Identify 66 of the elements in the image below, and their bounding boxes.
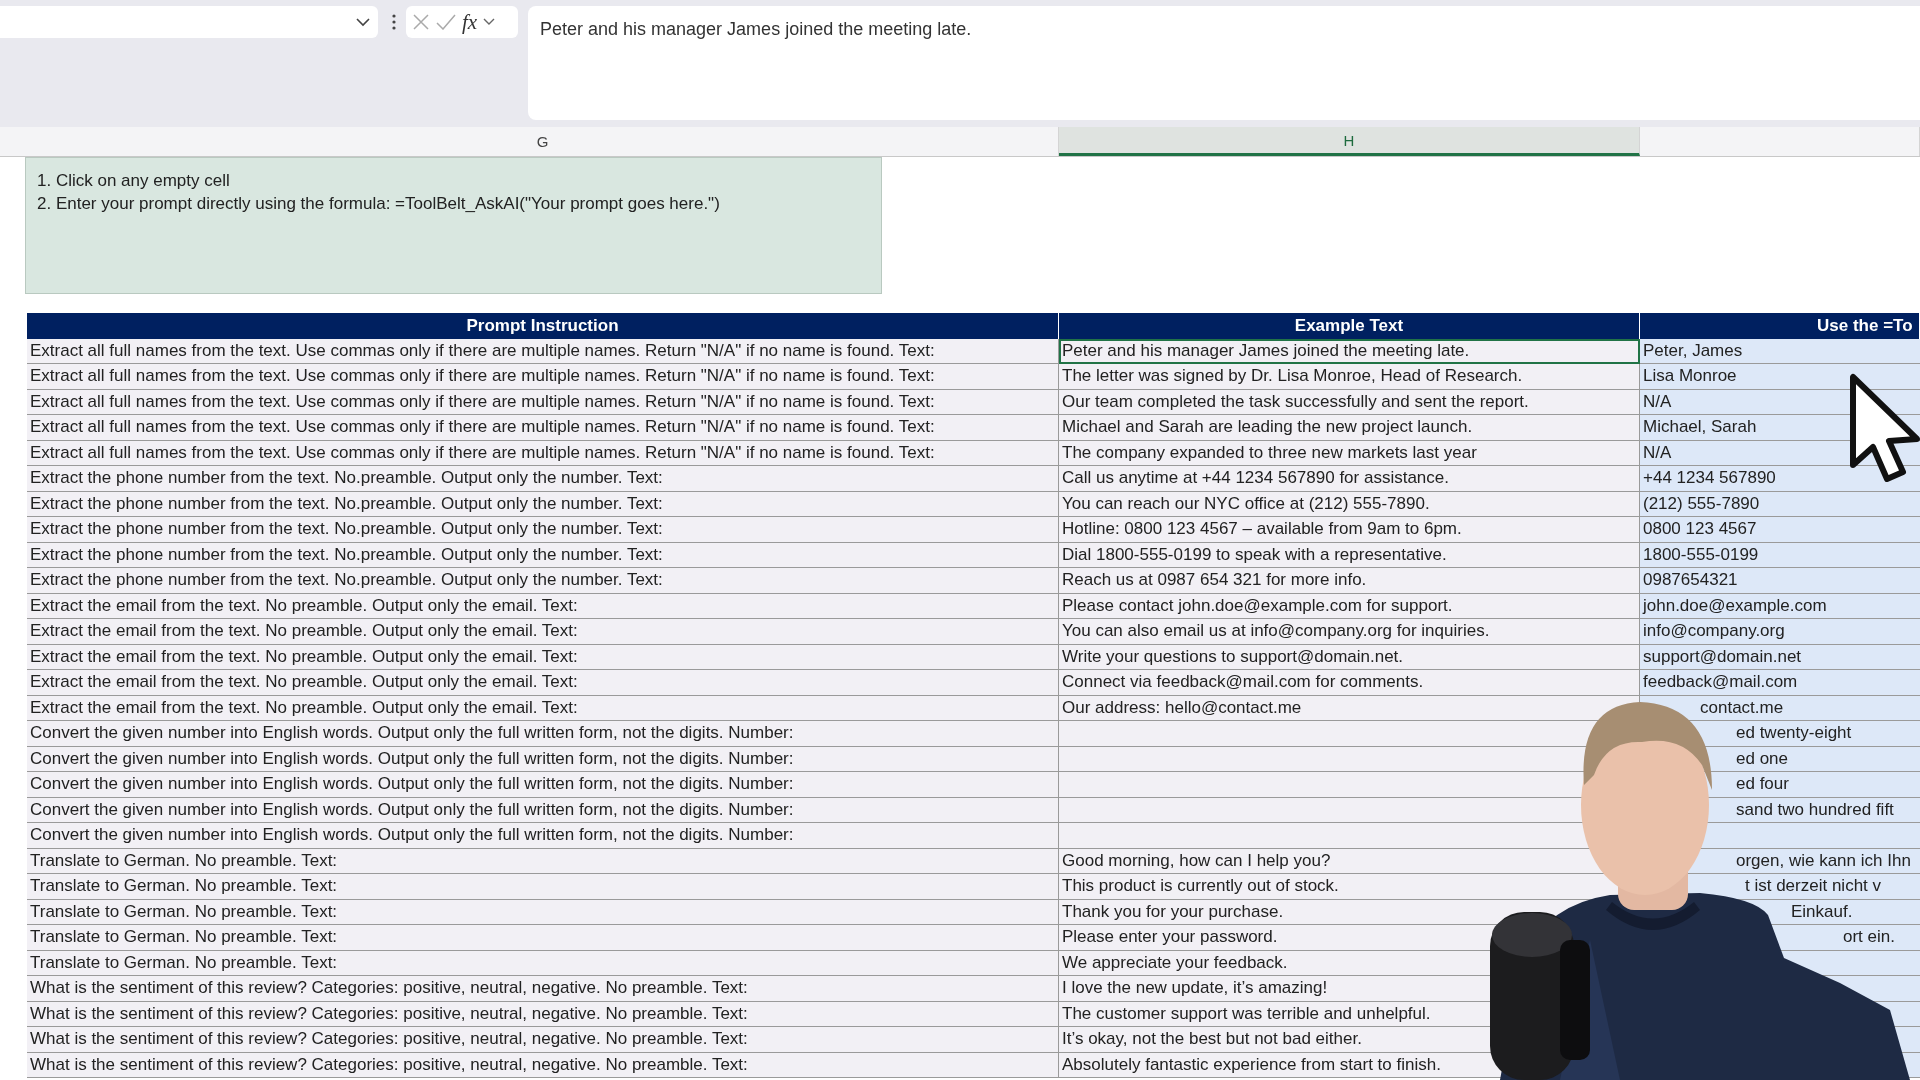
table-cell: Translate to German. No preamble. Text:	[27, 848, 1059, 874]
table-cell: Dial 1800-555-0199 to speak with a representative.	[1059, 542, 1640, 568]
table-cell: Extract the email from the text. No preamble. Output only the email. Text:	[27, 619, 1059, 645]
table-cell: john.doe@example.com	[1640, 593, 1920, 619]
table-cell: Extract all full names from the text. Use commas only if there are multiple names. Return "N/A" if no name is found. Text:	[27, 440, 1059, 466]
table-header: Prompt Instruction	[27, 313, 1059, 339]
table-cell: (212) 555-7890	[1640, 491, 1920, 517]
table-cell: Connect via feedback@mail.com for comments.	[1059, 670, 1640, 696]
table-header: Use the =To	[1640, 313, 1920, 339]
chevron-down-icon[interactable]	[483, 18, 496, 26]
table-header: Example Text	[1059, 313, 1640, 339]
table-cell: 0800 123 4567	[1640, 517, 1920, 543]
table-cell: Our team completed the task successfully and sent the report.	[1059, 389, 1640, 415]
column-header[interactable]: H	[1059, 127, 1640, 156]
table-cell: 1800-555-0199	[1640, 542, 1920, 568]
table-cell: Extract the phone number from the text. No.preamble. Output only the number. Text:	[27, 517, 1059, 543]
table-cell: What is the sentiment of this review? Categories: positive, neutral, negative. No preamble. Text:	[27, 1001, 1059, 1027]
table-cell: The company expanded to three new markets last year	[1059, 440, 1640, 466]
table-cell: Extract the phone number from the text. No.preamble. Output only the number. Text:	[27, 466, 1059, 492]
table-cell: Convert the given number into English words. Output only the full written form, not the digits. Number:	[27, 746, 1059, 772]
more-options-icon[interactable]	[392, 14, 396, 30]
table-cell: The letter was signed by Dr. Lisa Monroe, Head of Research.	[1059, 364, 1640, 390]
table-cell: Michael and Sarah are leading the new project launch.	[1059, 415, 1640, 441]
formula-input[interactable]: Peter and his manager James joined the meeting late.	[528, 6, 1920, 120]
table-cell: Lisa Monroe	[1640, 364, 1920, 390]
table-cell: Extract the email from the text. No preamble. Output only the email. Text:	[27, 670, 1059, 696]
table-cell: Translate to German. No preamble. Text:	[27, 925, 1059, 951]
checkmark-icon[interactable]	[436, 14, 456, 30]
table-cell: Call us anytime at +44 1234 567890 for assistance.	[1059, 466, 1640, 492]
table-cell: You can also email us at info@company.org for inquiries.	[1059, 619, 1640, 645]
table-cell: You can reach our NYC office at (212) 555-7890.	[1059, 491, 1640, 517]
table-cell: Extract the phone number from the text. No.preamble. Output only the number. Text:	[27, 568, 1059, 594]
table-cell: What is the sentiment of this review? Categories: positive, neutral, negative. No preamble. Text:	[27, 976, 1059, 1002]
table-cell: Extract all full names from the text. Use commas only if there are multiple names. Return "N/A" if no name is found. Text:	[27, 389, 1059, 415]
table-cell: What is the sentiment of this review? Categories: positive, neutral, negative. No preamble. Text:	[27, 1052, 1059, 1078]
table-cell: Reach us at 0987 654 321 for more info.	[1059, 568, 1640, 594]
table-cell: Extract the phone number from the text. No.preamble. Output only the number. Text:	[27, 542, 1059, 568]
table-cell: support@domain.net	[1640, 644, 1920, 670]
instruction-text: 1. Click on any empty cell	[37, 170, 231, 192]
table-cell: Extract the email from the text. No preamble. Output only the email. Text:	[27, 593, 1059, 619]
table-cell: What is the sentiment of this review? Categories: positive, neutral, negative. No preamble. Text:	[27, 1027, 1059, 1053]
table-cell: Convert the given number into English words. Output only the full written form, not the digits. Number:	[27, 772, 1059, 798]
table-cell: Write your questions to support@domain.net.	[1059, 644, 1640, 670]
table-cell: Extract all full names from the text. Use commas only if there are multiple names. Return "N/A" if no name is found. Text:	[27, 364, 1059, 390]
table-cell: Peter, James	[1640, 338, 1920, 364]
table-cell: Convert the given number into English words. Output only the full written form, not the digits. Number:	[27, 797, 1059, 823]
table-cell: info@company.org	[1640, 619, 1920, 645]
table-cell: Peter and his manager James joined the meeting late.	[1059, 338, 1640, 364]
table-cell: Extract the email from the text. No preamble. Output only the email. Text:	[27, 644, 1059, 670]
table-cell: Convert the given number into English words. Output only the full written form, not the digits. Number:	[27, 823, 1059, 849]
chevron-down-icon[interactable]	[356, 17, 370, 27]
instruction-text: 2. Enter your prompt directly using the formula: =ToolBelt_AskAI("Your prompt goes here.")	[37, 193, 721, 215]
table-cell: Extract all full names from the text. Use commas only if there are multiple names. Return "N/A" if no name is found. Text:	[27, 338, 1059, 364]
table-cell: Extract the phone number from the text. No.preamble. Output only the number. Text:	[27, 491, 1059, 517]
table-cell: feedback@mail.com	[1640, 670, 1920, 696]
table-cell: Please contact john.doe@example.com for support.	[1059, 593, 1640, 619]
insert-function-button[interactable]: fx	[462, 9, 478, 35]
table-cell: Translate to German. No preamble. Text:	[27, 950, 1059, 976]
table-cell: Extract the email from the text. No preamble. Output only the email. Text:	[27, 695, 1059, 721]
table-cell: Extract all full names from the text. Use commas only if there are multiple names. Return "N/A" if no name is found. Text:	[27, 415, 1059, 441]
table-cell: Hotline: 0800 123 4567 – available from 9am to 6pm.	[1059, 517, 1640, 543]
table-cell: Translate to German. No preamble. Text:	[27, 874, 1059, 900]
table-cell: +44 1234 567890	[1640, 466, 1920, 492]
table-cell: Convert the given number into English words. Output only the full written form, not the digits. Number:	[27, 721, 1059, 747]
table-cell: Translate to German. No preamble. Text:	[27, 899, 1059, 925]
table-cell: 0987654321	[1640, 568, 1920, 594]
